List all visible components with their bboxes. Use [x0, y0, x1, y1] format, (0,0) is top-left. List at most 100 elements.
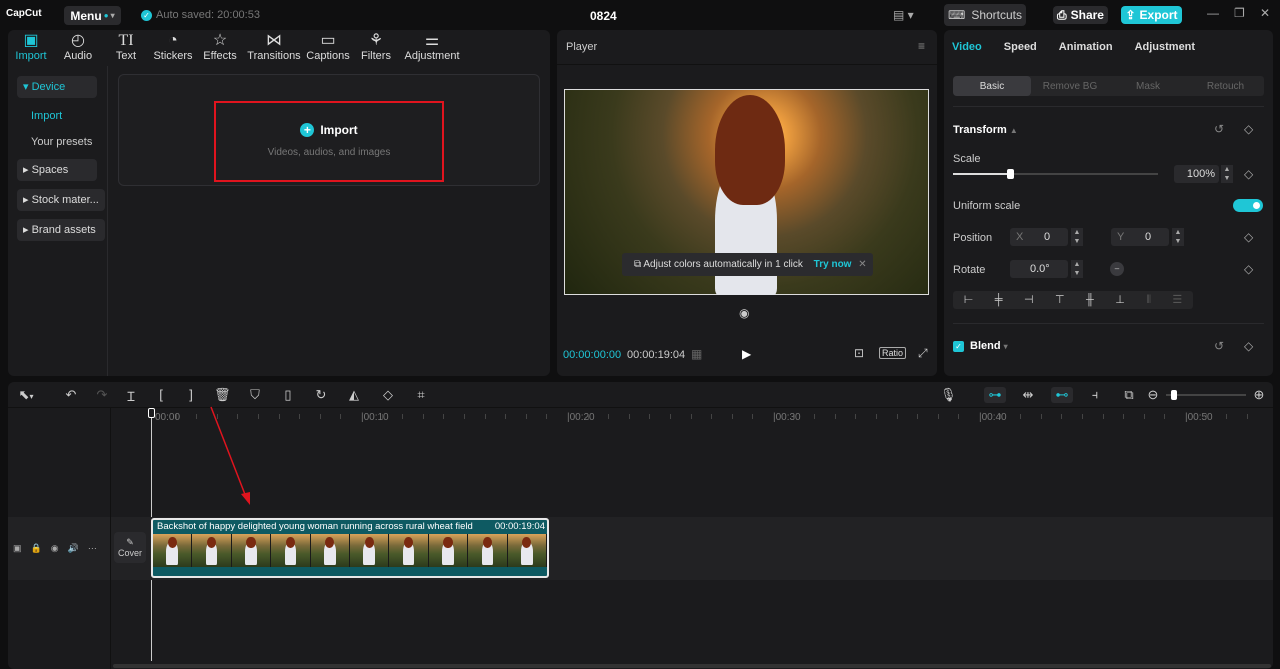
blend-keyframe-icon[interactable]: ◇: [1244, 339, 1253, 353]
delete-icon[interactable]: 🗑: [214, 387, 231, 403]
menu-button[interactable]: Menu ● ▾: [64, 6, 121, 25]
tab-filters[interactable]: ⚘ Filters: [346, 32, 406, 62]
ruler-minor-tick: [1102, 414, 1104, 419]
align-top-icon[interactable]: ⊤: [1055, 291, 1065, 309]
playhead-handle[interactable]: [148, 408, 155, 418]
track-visibility-icon[interactable]: ▣: [13, 543, 22, 554]
select-tool-icon[interactable]: ⬉▾: [13, 387, 39, 403]
crop-icon[interactable]: ⌗: [413, 387, 429, 403]
ratio-button[interactable]: Ratio: [879, 347, 907, 359]
clip-title: Backshot of happy delighted young woman …: [157, 521, 473, 532]
rotate-icon[interactable]: ◇: [380, 387, 396, 403]
lock-icon[interactable]: 🔒: [31, 543, 42, 554]
auto-snap-icon[interactable]: ⇹: [1020, 387, 1036, 403]
sidebar-item-import[interactable]: Import: [31, 110, 62, 122]
layout-icon[interactable]: ▤ ▾: [893, 8, 914, 22]
align-right-icon[interactable]: ⊣: [1024, 291, 1034, 309]
align-center-h-icon[interactable]: ╪: [995, 291, 1003, 309]
scale-input[interactable]: 100%: [1174, 165, 1219, 183]
share-button[interactable]: ⎙ Share: [1053, 6, 1108, 24]
tip-text: Adjust colors automatically in 1 click: [643, 259, 803, 270]
subtab-basic[interactable]: Basic: [953, 76, 1031, 96]
align-middle-icon[interactable]: ╫: [1086, 291, 1094, 309]
eye-icon[interactable]: ◉: [51, 543, 59, 554]
play-button[interactable]: ▶: [742, 347, 751, 361]
tab-speed[interactable]: Speed: [1004, 41, 1037, 53]
rotate-input[interactable]: 0.0°: [1010, 260, 1068, 278]
minimize-icon[interactable]: —: [1207, 6, 1219, 20]
position-x-stepper[interactable]: ▲ ▼: [1071, 228, 1083, 246]
export-button[interactable]: ⇪ Export: [1121, 6, 1182, 24]
redo-icon[interactable]: ↷: [94, 387, 110, 403]
uniform-scale-toggle[interactable]: [1233, 199, 1263, 212]
player-menu-icon[interactable]: ≡: [918, 39, 925, 53]
position-y-stepper[interactable]: ▲ ▼: [1172, 228, 1184, 246]
tab-adjustment[interactable]: ⚌ Adjustment: [402, 32, 462, 62]
sidebar-item-device[interactable]: ▾ Device: [17, 76, 97, 98]
split-icon[interactable]: Ɪ: [123, 387, 139, 405]
timecode-grid-icon[interactable]: ▦: [691, 347, 702, 361]
fit-timeline-icon[interactable]: ⧉: [1121, 387, 1137, 403]
freeze-icon[interactable]: ▯: [280, 387, 296, 403]
fullscreen-icon[interactable]: ⤢: [918, 346, 928, 361]
import-highlight-box[interactable]: + Import Videos, audios, and images: [214, 101, 444, 182]
microphone-icon[interactable]: 🎙: [940, 387, 957, 403]
main-track-magnet-icon[interactable]: ⊶: [984, 387, 1006, 403]
keyframe-icon[interactable]: ◇: [1244, 122, 1253, 136]
split-right-icon[interactable]: ]: [183, 387, 199, 402]
more-icon[interactable]: ⋯: [88, 543, 97, 554]
preview-axis-icon[interactable]: ⫞: [1087, 387, 1103, 403]
distribute-v-icon[interactable]: ☰: [1172, 291, 1182, 309]
tab-animation[interactable]: Animation: [1059, 41, 1113, 53]
scale-slider[interactable]: [953, 169, 1158, 179]
scale-stepper[interactable]: ▲ ▼: [1221, 165, 1233, 183]
tab-effects[interactable]: ☆ Effects: [190, 32, 250, 62]
marker-icon[interactable]: ⛉: [247, 387, 263, 403]
timeline-scrollbar[interactable]: [113, 664, 1271, 668]
video-clip[interactable]: Backshot of happy delighted young woman …: [151, 518, 549, 578]
tab-adjustment-inspector[interactable]: Adjustment: [1135, 41, 1196, 53]
sidebar-item-brand[interactable]: ▸ Brand assets: [17, 219, 105, 241]
sidebar-item-stock[interactable]: ▸ Stock mater...: [17, 189, 105, 211]
scale-slider-handle[interactable]: [1007, 169, 1015, 179]
restore-icon[interactable]: ❐: [1234, 6, 1245, 20]
subtab-mask[interactable]: Mask: [1109, 76, 1187, 96]
position-keyframe-icon[interactable]: ◇: [1244, 230, 1253, 244]
speed-icon[interactable]: ↻: [313, 387, 329, 403]
zoom-in-icon[interactable]: ⊕: [1251, 387, 1267, 403]
cover-button[interactable]: ✎ Cover: [114, 532, 146, 563]
reset-icon[interactable]: ↺: [1214, 122, 1224, 136]
align-bottom-icon[interactable]: ⊥: [1115, 291, 1125, 309]
tab-video[interactable]: Video: [952, 41, 982, 53]
subtab-retouch[interactable]: Retouch: [1187, 76, 1264, 96]
tab-transitions[interactable]: ⋈ Transitions: [244, 32, 304, 62]
rotate-stepper[interactable]: ▲ ▼: [1071, 260, 1083, 278]
ruler-minor-tick: [711, 414, 713, 419]
scale-keyframe-icon[interactable]: ◇: [1244, 167, 1253, 181]
zoom-out-icon[interactable]: ⊖: [1145, 387, 1161, 403]
close-tip-icon[interactable]: ✕: [858, 259, 866, 270]
timeline-zoom-slider[interactable]: [1166, 390, 1246, 400]
blend-reset-icon[interactable]: ↺: [1214, 339, 1224, 353]
blend-checkbox[interactable]: ✓: [953, 341, 964, 352]
undo-icon[interactable]: ↶: [63, 387, 79, 403]
rotate-dial[interactable]: –: [1110, 262, 1124, 276]
split-left-icon[interactable]: [: [153, 387, 169, 402]
linkage-icon[interactable]: ⊷: [1051, 387, 1073, 403]
sidebar-item-spaces[interactable]: ▸ Spaces: [17, 159, 97, 181]
camera-icon[interactable]: ◉: [739, 306, 749, 320]
rotate-keyframe-icon[interactable]: ◇: [1244, 262, 1253, 276]
subtab-remove-bg[interactable]: Remove BG: [1031, 76, 1109, 96]
align-left-icon[interactable]: ⊢: [964, 291, 974, 309]
mirror-icon[interactable]: ◭: [346, 387, 362, 403]
close-icon[interactable]: ✕: [1260, 6, 1270, 20]
try-now-link[interactable]: Try now: [814, 259, 852, 270]
position-y-input[interactable]: Y0: [1111, 228, 1169, 246]
position-x-input[interactable]: X0: [1010, 228, 1068, 246]
zoom-slider-handle[interactable]: [1171, 390, 1177, 400]
shortcuts-button[interactable]: ⌨ Shortcuts: [944, 4, 1026, 26]
fit-icon[interactable]: ⊡: [854, 346, 864, 360]
speaker-icon[interactable]: 🔊: [68, 543, 79, 554]
sidebar-item-presets[interactable]: Your presets: [31, 136, 92, 148]
distribute-h-icon[interactable]: ⫴: [1146, 291, 1151, 309]
